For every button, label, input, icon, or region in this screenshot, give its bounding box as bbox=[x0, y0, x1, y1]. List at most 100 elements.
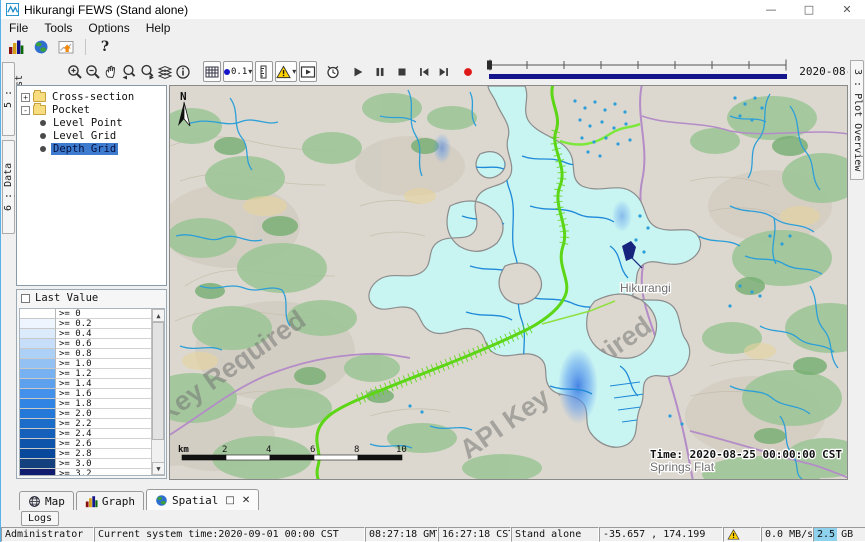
time-slider[interactable] bbox=[485, 58, 791, 86]
legend-row[interactable]: >= 1.8 bbox=[20, 399, 164, 409]
step-forward-button[interactable] bbox=[437, 62, 451, 81]
legend-row[interactable]: >= 1.4 bbox=[20, 379, 164, 389]
clock-icon bbox=[325, 64, 341, 80]
color-swatch bbox=[20, 409, 56, 419]
step-forward-icon bbox=[437, 65, 451, 79]
help-button[interactable]: ? bbox=[94, 37, 116, 57]
animation-button[interactable] bbox=[299, 61, 317, 82]
legend-row[interactable]: >= 1.0 bbox=[20, 359, 164, 369]
map-canvas[interactable]: API Key Required API Key Required bbox=[169, 85, 848, 480]
main-toolbar: ? bbox=[1, 36, 865, 58]
close-tab-icon[interactable]: ✕ bbox=[242, 495, 250, 506]
color-swatch bbox=[20, 399, 56, 409]
legend-row[interactable]: >= 0.8 bbox=[20, 349, 164, 359]
profile-button[interactable] bbox=[255, 61, 273, 82]
legend-row[interactable]: >= 2.2 bbox=[20, 419, 164, 429]
scroll-down-icon[interactable]: ▼ bbox=[152, 462, 165, 475]
logs-row: Logs bbox=[1, 510, 865, 527]
legend-list: >= 0 >= 0.2 >= 0.4 >= 0.6 >= 0.8 >= 1.0 … bbox=[19, 308, 165, 476]
step-backward-icon bbox=[417, 65, 431, 79]
collapse-icon[interactable]: - bbox=[21, 106, 30, 115]
svg-text:10: 10 bbox=[396, 445, 407, 455]
play-icon bbox=[351, 65, 365, 79]
tree-item-depth-grid[interactable]: Depth Grid bbox=[39, 143, 166, 155]
color-swatch bbox=[20, 349, 56, 359]
time-slider-thumb[interactable] bbox=[487, 60, 492, 69]
grid-toggle-button[interactable] bbox=[203, 61, 221, 82]
restore-tab-icon[interactable]: □ bbox=[225, 495, 234, 506]
legend-scrollbar[interactable]: ▲ ▼ bbox=[151, 309, 164, 475]
record-button[interactable] bbox=[461, 62, 475, 81]
zoom-in-button[interactable] bbox=[67, 62, 83, 81]
zoom-previous-button[interactable] bbox=[121, 62, 137, 81]
tab-data-viewer[interactable]: 6 : Data Viewer bbox=[2, 140, 15, 234]
close-button[interactable]: ✕ bbox=[828, 0, 865, 19]
legend-row[interactable]: >= 2.8 bbox=[20, 449, 164, 459]
legend-row[interactable]: >= 0 bbox=[20, 309, 164, 319]
zoom-next-icon bbox=[139, 64, 155, 80]
stop-button[interactable] bbox=[395, 62, 409, 81]
stop-icon bbox=[395, 65, 409, 79]
color-swatch bbox=[20, 439, 56, 449]
svg-text:2: 2 bbox=[222, 445, 227, 455]
folder-icon bbox=[33, 105, 46, 115]
tab-graph[interactable]: Graph bbox=[76, 491, 144, 510]
left-panel: + Cross-section - Pocket Level Point Lev… bbox=[15, 85, 169, 480]
zoom-next-button[interactable] bbox=[139, 62, 155, 81]
info-button[interactable] bbox=[175, 62, 191, 81]
legend-row[interactable]: >= 2.6 bbox=[20, 439, 164, 449]
results-button[interactable] bbox=[5, 37, 27, 57]
bar-chart-icon bbox=[8, 39, 24, 55]
status-warning[interactable] bbox=[723, 527, 761, 542]
pan-button[interactable] bbox=[103, 62, 119, 81]
time-series-display-button[interactable] bbox=[55, 37, 77, 57]
legend-panel: Last Value >= 0 >= 0.2 >= 0.4 >= 0.6 >= … bbox=[16, 289, 167, 479]
legend-row[interactable]: >= 0.6 bbox=[20, 339, 164, 349]
menu-tools[interactable]: Tools bbox=[36, 20, 80, 36]
legend-row[interactable]: >= 3.2 bbox=[20, 469, 164, 476]
threshold-dropdown[interactable]: 0.1 ▾ bbox=[223, 61, 253, 82]
title-bar: Hikurangi FEWS (Stand alone) — □ ✕ bbox=[1, 0, 865, 19]
legend-row[interactable]: >= 1.2 bbox=[20, 369, 164, 379]
maximize-button[interactable]: □ bbox=[790, 0, 828, 19]
tree-item-cross-section[interactable]: + Cross-section bbox=[21, 91, 166, 103]
wire-globe-icon bbox=[28, 495, 41, 508]
tab-spatial[interactable]: Spatial □ ✕ bbox=[146, 489, 259, 510]
layers-button[interactable] bbox=[157, 62, 173, 81]
scroll-up-icon[interactable]: ▲ bbox=[152, 309, 165, 322]
legend-row[interactable]: >= 2.0 bbox=[20, 409, 164, 419]
last-value-checkbox[interactable] bbox=[21, 294, 30, 303]
map-display-button[interactable] bbox=[30, 37, 52, 57]
tab-map[interactable]: Map bbox=[19, 491, 74, 510]
tree-item-level-grid[interactable]: Level Grid bbox=[39, 130, 166, 142]
hand-icon bbox=[103, 64, 119, 80]
warning-icon bbox=[727, 529, 740, 540]
menu-help[interactable]: Help bbox=[138, 20, 179, 36]
thresholds-warning-dropdown[interactable]: ▾ bbox=[275, 61, 297, 82]
tree-item-level-point[interactable]: Level Point bbox=[39, 117, 166, 129]
pause-icon bbox=[373, 65, 387, 79]
expand-icon[interactable]: + bbox=[21, 93, 30, 102]
legend-row[interactable]: >= 2.4 bbox=[20, 429, 164, 439]
tree-item-pocket[interactable]: - Pocket bbox=[21, 104, 166, 116]
zoom-out-button[interactable] bbox=[85, 62, 101, 81]
pause-button[interactable] bbox=[373, 62, 387, 81]
legend-row[interactable]: >= 0.4 bbox=[20, 329, 164, 339]
legend-row[interactable]: >= 3.0 bbox=[20, 459, 164, 469]
boxed-play-icon bbox=[300, 64, 316, 80]
timer-button[interactable] bbox=[325, 62, 341, 81]
play-button[interactable] bbox=[351, 62, 365, 81]
legend-row[interactable]: >= 1.6 bbox=[20, 389, 164, 399]
logs-button[interactable]: Logs bbox=[21, 511, 59, 526]
scroll-thumb[interactable] bbox=[152, 322, 164, 440]
tab-plot-overview[interactable]: 3 : Plot Overview bbox=[850, 60, 864, 180]
minimize-button[interactable]: — bbox=[752, 0, 790, 19]
tab-forecast[interactable]: 5 : Forecast bbox=[2, 62, 15, 136]
help-icon: ? bbox=[101, 39, 109, 55]
menu-options[interactable]: Options bbox=[80, 20, 137, 36]
menu-file[interactable]: File bbox=[1, 20, 36, 36]
svg-text:km: km bbox=[178, 445, 189, 455]
legend-row[interactable]: >= 0.2 bbox=[20, 319, 164, 329]
step-backward-button[interactable] bbox=[417, 62, 431, 81]
status-system-time: Current system time:2020-09-01 00:00 CST bbox=[94, 527, 365, 542]
